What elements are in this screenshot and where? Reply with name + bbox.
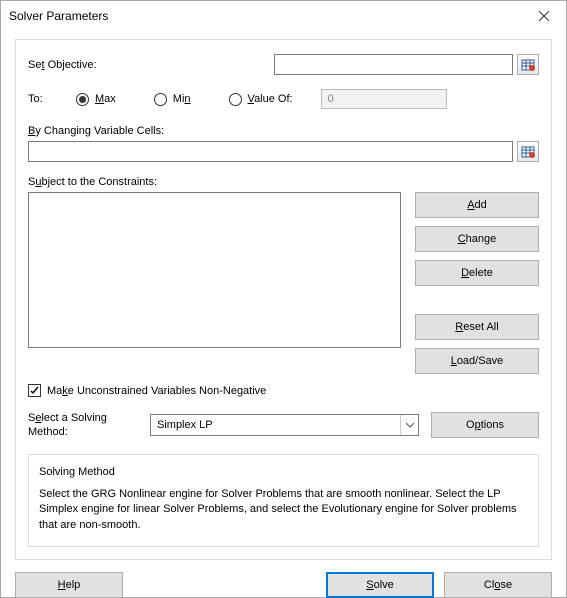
objective-input[interactable] (274, 54, 513, 75)
cell-picker-icon (521, 59, 535, 71)
chevron-down-icon (400, 415, 418, 435)
reset-all-button[interactable]: Reset All (415, 314, 539, 340)
change-button[interactable]: Change (415, 226, 539, 252)
add-button[interactable]: Add (415, 192, 539, 218)
info-body: Select the GRG Nonlinear engine for Solv… (39, 487, 528, 535)
solve-button[interactable]: Solve (326, 572, 434, 598)
cell-picker-button[interactable] (517, 54, 539, 75)
method-selected: Simplex LP (157, 419, 213, 431)
help-button[interactable]: Help (15, 572, 123, 598)
info-heading: Solving Method (39, 465, 528, 481)
by-changing-label: By Changing Variable Cells: (28, 125, 539, 137)
unconstrained-checkbox[interactable] (28, 384, 41, 397)
to-row: To: Max Min Value Of: (28, 89, 539, 109)
to-label: To: (28, 93, 76, 105)
radio-max[interactable]: Max (76, 93, 116, 106)
cell-picker-button-2[interactable] (517, 141, 539, 162)
method-select[interactable]: Simplex LP (150, 414, 419, 436)
load-save-button[interactable]: Load/Save (415, 348, 539, 374)
by-changing-row (28, 141, 539, 162)
radio-min[interactable]: Min (154, 93, 191, 106)
unconstrained-label: Make Unconstrained Variables Non-Negativ… (47, 385, 266, 397)
value-of-input[interactable] (321, 89, 447, 109)
constraints-label: Subject to the Constraints: (28, 176, 539, 188)
solving-method-info: Solving Method Select the GRG Nonlinear … (28, 454, 539, 548)
constraint-buttons: Add Change Delete Reset All Load/Save (415, 192, 539, 374)
unconstrained-checkbox-row[interactable]: Make Unconstrained Variables Non-Negativ… (28, 384, 539, 397)
solver-dialog: Solver Parameters Set Objective: (0, 0, 567, 598)
constraints-list[interactable] (28, 192, 401, 348)
close-icon[interactable] (522, 1, 566, 31)
constraints-area: Add Change Delete Reset All Load/Save (28, 192, 539, 374)
delete-button[interactable]: Delete (415, 260, 539, 286)
set-objective-row: Set Objective: (28, 54, 539, 75)
title-bar: Solver Parameters (1, 1, 566, 31)
radio-valueof[interactable]: Value Of: (229, 93, 293, 106)
method-row: Select a SolvingMethod: Simplex LP Optio… (28, 411, 539, 440)
options-button[interactable]: Options (431, 412, 539, 438)
dialog-footer: Help Solve Close (1, 572, 566, 598)
method-label: Select a SolvingMethod: (28, 411, 138, 440)
cell-picker-icon (521, 146, 535, 158)
to-radio-group: Max Min Value Of: (76, 89, 447, 109)
close-button[interactable]: Close (444, 572, 552, 598)
by-changing-input[interactable] (28, 141, 513, 162)
dialog-body: Set Objective: To: Max (15, 39, 552, 560)
set-objective-label: Set Objective: (28, 59, 274, 71)
window-title: Solver Parameters (9, 9, 522, 23)
